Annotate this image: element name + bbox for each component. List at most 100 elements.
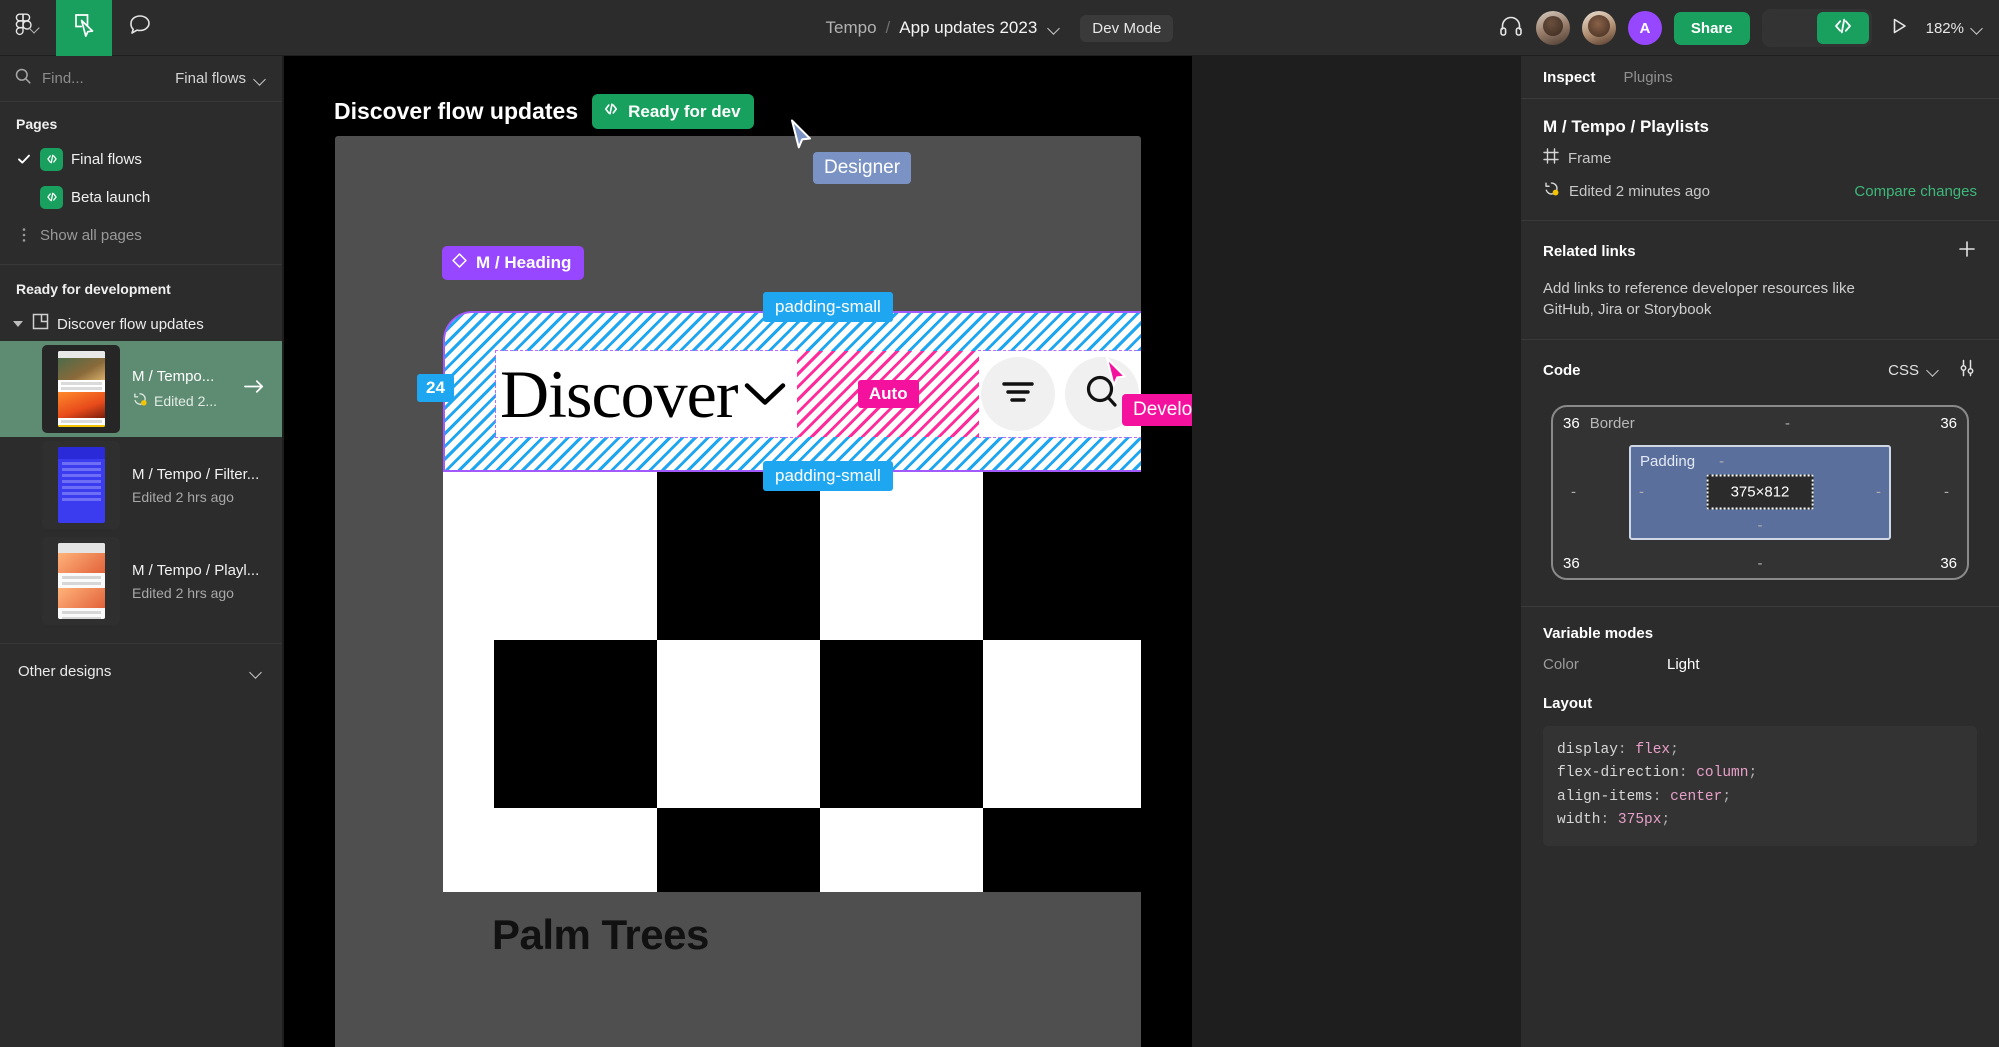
zoom-control[interactable]: 182% <box>1926 20 1985 37</box>
avatar-initial: A <box>1639 19 1651 37</box>
cursor-select-icon <box>69 10 99 45</box>
pages-heading: Pages <box>16 116 58 132</box>
border-bottom-left-value: 36 <box>1563 554 1580 572</box>
padding-top-row: Padding - <box>1640 453 1880 470</box>
comment-tool-button[interactable] <box>112 0 168 56</box>
component-diamond-icon <box>451 252 468 274</box>
flow-filter-dropdown[interactable]: Final flows <box>175 70 268 87</box>
developer-cursor-label: Developer <box>1122 394 1192 426</box>
top-toolbar: Tempo / App updates 2023 Dev Mode A Shar… <box>0 0 1999 56</box>
css-line: flex-direction: column; <box>1557 765 1758 782</box>
avatar[interactable]: A <box>1627 11 1662 45</box>
variable-mode-row[interactable]: Color Light <box>1543 656 1977 673</box>
show-all-pages-row[interactable]: Show all pages <box>0 216 282 254</box>
present-button[interactable] <box>1884 13 1914 43</box>
sliders-icon[interactable] <box>1957 358 1977 383</box>
auto-spacing-label: Auto <box>857 380 919 408</box>
filter-button[interactable] <box>981 357 1055 431</box>
dev-mode-button[interactable] <box>1816 12 1869 44</box>
other-designs-section[interactable]: Other designs <box>0 643 282 699</box>
css-value: column <box>1696 765 1749 782</box>
variable-mode-key: Color <box>1543 655 1579 673</box>
auto-spacing-overlay: Auto <box>797 351 979 437</box>
node-type-label: Frame <box>1568 150 1612 167</box>
move-tool-button[interactable] <box>56 0 112 56</box>
node-type-row: Frame <box>1543 148 1977 169</box>
padding-left-value: - <box>1639 483 1644 501</box>
chevron-down-icon <box>252 71 268 87</box>
padding-right-value: - <box>1876 483 1881 501</box>
sidebar-page-beta-launch[interactable]: Beta launch <box>0 178 282 216</box>
flow-group-label: Discover flow updates <box>57 315 204 333</box>
avatar[interactable] <box>1535 11 1570 45</box>
code-language-select[interactable]: CSS <box>1888 362 1941 379</box>
border-bottom-right-value: 36 <box>1940 554 1957 572</box>
list-item[interactable]: M / Tempo / Filter... Edited 2 hrs ago <box>0 437 282 533</box>
flow-group-discover-flow-updates[interactable]: Discover flow updates <box>0 307 282 341</box>
code-brackets-icon <box>602 100 620 123</box>
selected-node-section: M / Tempo / Playlists Frame Edited 2 min… <box>1521 99 1999 221</box>
breadcrumb-separator: / <box>885 18 891 37</box>
plus-icon[interactable] <box>1957 239 1977 264</box>
search-icon <box>14 67 32 90</box>
inspect-panel: Inspect Plugins M / Tempo / Playlists Fr… <box>1520 56 1999 1047</box>
padding-top-value: - <box>1719 452 1725 470</box>
speech-bubble-icon <box>127 12 153 43</box>
frame-thumbnail <box>42 345 120 433</box>
layout-css-code[interactable]: display: flex; flex-direction: column; a… <box>1543 725 1977 846</box>
css-property: display <box>1557 741 1618 758</box>
design-mode-button[interactable] <box>1765 12 1817 44</box>
edited-label: Edited 2 minutes ago <box>1569 182 1710 200</box>
chevron-down-icon[interactable] <box>737 377 793 411</box>
left-sidebar: Find... Final flows Pages Final flows Be… <box>0 56 283 1047</box>
compare-changes-link[interactable]: Compare changes <box>1854 183 1977 200</box>
css-value: flex <box>1635 741 1671 758</box>
tab-inspect[interactable]: Inspect <box>1543 69 1596 86</box>
header-title-box[interactable]: Discover <box>494 350 799 438</box>
figma-menu-button[interactable] <box>0 0 56 56</box>
variable-modes-section: Variable modes Color Light Layout displa… <box>1521 607 1999 864</box>
developer-cursor: Developer <box>1104 356 1192 426</box>
ready-for-development-section: Ready for development Discover flow upda… <box>0 265 282 629</box>
dev-mode-pill[interactable]: Dev Mode <box>1080 14 1174 42</box>
inspected-header-group[interactable]: Discover Auto padding-small padding-smal… <box>417 292 1141 491</box>
list-item-text: M / Tempo / Filter... Edited 2 hrs ago <box>132 466 270 505</box>
breadcrumb-file[interactable]: App updates 2023 <box>899 18 1037 38</box>
breadcrumb-team[interactable]: Tempo <box>826 18 877 38</box>
arrow-right-icon[interactable] <box>244 380 264 399</box>
chevron-down-icon[interactable] <box>248 664 264 680</box>
designer-cursor: Designer <box>789 118 912 184</box>
code-title: Code <box>1543 361 1581 379</box>
list-item[interactable]: M / Tempo / Playl... Edited 2 hrs ago <box>0 533 282 629</box>
avatar[interactable] <box>1581 11 1616 45</box>
history-icon <box>132 391 148 410</box>
show-all-pages-label: Show all pages <box>40 226 142 244</box>
related-links-description: Add links to reference developer resourc… <box>1543 280 1855 319</box>
component-badge[interactable]: M / Heading <box>442 246 585 280</box>
sidebar-page-final-flows[interactable]: Final flows <box>0 140 282 178</box>
chevron-down-icon[interactable] <box>1046 20 1062 36</box>
padding-label-bottom: padding-small <box>763 461 893 491</box>
padding-label: Padding <box>1640 452 1696 470</box>
list-item-subtitle: Edited 2 hrs ago <box>132 584 234 601</box>
chevron-down-icon <box>1969 20 1985 36</box>
box-model-diagram[interactable]: 36 Border - 36 - - Padding - - - - 375×8… <box>1551 404 1969 580</box>
design-frame[interactable]: Palm Trees M / Heading Discover Auto pad… <box>335 136 1141 1047</box>
share-button[interactable]: Share <box>1673 11 1750 45</box>
list-item[interactable]: M / Tempo... Edited 2... <box>0 341 282 437</box>
canvas-area[interactable]: Discover flow updates Ready for dev Palm… <box>284 56 1192 1047</box>
breadcrumb[interactable]: Tempo / App updates 2023 Dev Mode <box>826 14 1174 42</box>
status-badge[interactable]: Ready for dev <box>592 94 754 129</box>
code-badge-icon <box>40 185 63 209</box>
related-links-section: Related links Add links to reference dev… <box>1521 221 1999 340</box>
search-input[interactable]: Find... <box>42 70 165 87</box>
chevron-down-icon <box>1925 362 1941 378</box>
header-content-row: Discover Auto <box>494 350 1141 438</box>
tab-plugins[interactable]: Plugins <box>1624 69 1673 86</box>
border-top-value: - <box>1785 414 1791 432</box>
triangle-down-icon[interactable] <box>12 318 24 330</box>
mode-switch-group <box>1761 9 1872 47</box>
related-links-title: Related links <box>1543 243 1636 260</box>
hero-image <box>443 472 1141 892</box>
headphones-icon[interactable] <box>1498 13 1524 44</box>
